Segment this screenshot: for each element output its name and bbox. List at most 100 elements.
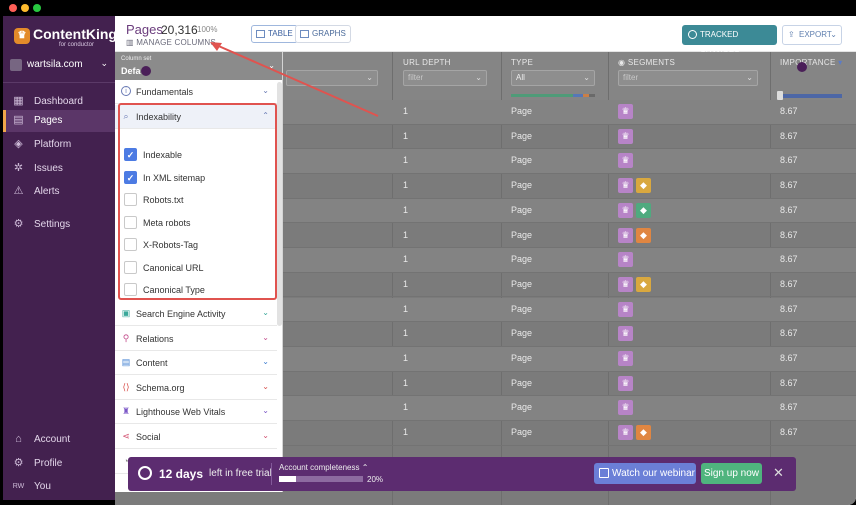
importance-range-bar[interactable] <box>778 94 842 98</box>
nav-item-label: Pages <box>34 115 63 126</box>
type-cell: Page <box>511 155 533 166</box>
panel-scrollbar[interactable] <box>277 82 282 326</box>
page-percent: 100% <box>197 25 218 34</box>
group-label: Schema.org <box>136 382 185 393</box>
column-set-select[interactable]: Column set Defa ⌄ <box>115 52 282 80</box>
site-favicon-icon <box>10 59 22 71</box>
tracked-changes-button[interactable]: TRACKED CHANGES <box>682 25 777 59</box>
url-depth-cell: 1 <box>403 229 409 240</box>
watch-webinar-button[interactable]: Watch our webinar <box>594 463 696 484</box>
brand-logo[interactable]: ♛ ContentKing for conductor <box>11 22 117 56</box>
contentking-logo-icon: ♛ <box>14 28 30 44</box>
group-search-engine-activity[interactable]: ▣ Search Engine Activity ⌄ <box>115 302 277 326</box>
segment-badge-icon: ♛ <box>618 351 633 366</box>
table-icon <box>256 30 265 38</box>
graphs-view-label: GRAPHS <box>312 29 346 38</box>
close-window-button[interactable] <box>9 4 17 12</box>
type-bar-segment <box>573 94 583 97</box>
segments-filter[interactable]: filter ⌄ <box>618 70 758 86</box>
importance-cell: 8.67 <box>780 427 798 438</box>
url-depth-cell: 1 <box>403 353 409 363</box>
group-schema-org[interactable]: ⟨⟩ Schema.org ⌄ <box>115 376 277 400</box>
group-social[interactable]: ⋖ Social ⌄ <box>115 425 277 449</box>
column-header-segments[interactable]: ◉ SEGMENTS <box>618 58 675 67</box>
avatar-icon: RW <box>12 483 25 490</box>
close-icon[interactable]: ✕ <box>773 465 784 481</box>
issues-icon: ✲ <box>13 162 24 174</box>
nav-divider <box>3 82 115 83</box>
segment-badge-icon: ◆ <box>636 227 651 243</box>
column-set-label: Column set <box>121 56 152 62</box>
importance-cell: 8.67 <box>780 303 798 314</box>
export-button[interactable]: ⇪ EXPORT ⌄ <box>782 25 842 45</box>
url-depth-cell: 1 <box>403 377 409 388</box>
nav-item-alerts[interactable]: ⚠ Alerts <box>3 181 115 203</box>
url-depth-filter[interactable]: filter ⌄ <box>403 70 487 86</box>
type-cell: Page <box>511 106 533 116</box>
group-lighthouse-web-vitals[interactable]: ♜ Lighthouse Web Vitals ⌄ <box>115 400 277 425</box>
url-filter-input[interactable]: ⌄ <box>286 70 378 86</box>
website-switcher[interactable]: wartsila.com ⌄ <box>8 56 112 76</box>
title-bar <box>0 0 856 16</box>
filter-placeholder: filter <box>408 73 424 82</box>
sign-up-button[interactable]: Sign up now <box>701 463 762 484</box>
pages-icon: ▤ <box>13 114 24 126</box>
table-view-button[interactable]: TABLE <box>251 25 298 43</box>
type-cell: Page <box>511 427 533 438</box>
column-header-url-depth[interactable]: URL DEPTH <box>403 58 451 67</box>
type-filter-value: All <box>516 73 525 82</box>
type-filter[interactable]: All ⌄ <box>511 70 595 86</box>
url-depth-cell: 1 <box>403 254 409 265</box>
type-cell: Page <box>511 254 533 265</box>
chart-icon <box>300 30 309 38</box>
segment-badge-icon: ♛ <box>618 252 633 268</box>
segment-badge-icon: ♛ <box>618 128 633 144</box>
nav-item-profile[interactable]: ⚙ Profile <box>3 453 115 475</box>
account-completeness-toggle[interactable]: Account completeness ⌃ <box>279 463 368 472</box>
url-depth-cell: 1 <box>403 106 409 116</box>
type-cell: Page <box>511 353 533 363</box>
minimize-window-button[interactable] <box>21 4 29 12</box>
group-label: Fundamentals <box>136 87 194 97</box>
chevron-down-icon: ⌄ <box>268 61 275 70</box>
schema-icon: ⟨⟩ <box>122 381 130 392</box>
account-completeness-fill <box>279 476 296 482</box>
column-header-type[interactable]: TYPE <box>511 58 533 67</box>
dashboard-icon: ▦ <box>13 95 24 107</box>
chevron-up-icon: ⌃ <box>359 463 369 472</box>
type-bar-segment <box>589 94 595 97</box>
group-fundamentals[interactable]: i Fundamentals ⌄ <box>115 80 277 104</box>
group-relations[interactable]: ⚲ Relations ⌄ <box>115 327 277 351</box>
nav-item-settings[interactable]: ⚙ Settings <box>3 214 115 236</box>
main-content: Pages 20,316 100% ▥ MANAGE COLUMNS TABLE… <box>115 16 856 505</box>
chevron-down-icon: ⌄ <box>262 86 269 95</box>
nav-item-you[interactable]: RW You <box>3 476 115 498</box>
column-header-importance[interactable]: IMPORTANCE ▾ <box>780 58 842 67</box>
url-depth-cell: 1 <box>403 402 409 413</box>
nav-item-label: Profile <box>34 458 63 469</box>
manage-columns-link[interactable]: ▥ MANAGE COLUMNS <box>126 38 216 47</box>
graphs-view-button[interactable]: GRAPHS <box>295 25 351 43</box>
chevron-down-icon: ⌄ <box>262 381 269 391</box>
nav-item-issues[interactable]: ✲ Issues <box>3 158 115 180</box>
info-icon: i <box>121 86 131 96</box>
group-content[interactable]: ▤ Content ⌄ <box>115 351 277 376</box>
segments-label: SEGMENTS <box>627 58 676 67</box>
importance-cell: 8.67 <box>780 106 798 116</box>
content-icon: ▤ <box>121 357 131 368</box>
segment-badge-icon: ♛ <box>618 104 633 119</box>
nav-item-platform[interactable]: ◈ Platform <box>3 134 115 156</box>
type-cell: Page <box>511 130 533 141</box>
chevron-down-icon: ⌄ <box>262 357 269 367</box>
nav-item-pages[interactable]: ▤ Pages <box>3 110 115 132</box>
segment-badge-icon: ♛ <box>618 153 633 169</box>
url-depth-cell: 1 <box>403 155 409 166</box>
type-bar-segment <box>511 94 573 97</box>
segment-badge-icon: ♛ <box>618 425 633 441</box>
segment-badge-icon: ♛ <box>618 326 633 342</box>
maximize-window-button[interactable] <box>33 4 41 12</box>
importance-cell: 8.67 <box>780 377 798 388</box>
brand-subtitle: for conductor <box>59 42 95 48</box>
nav-item-account[interactable]: ⌂ Account <box>3 429 115 451</box>
importance-range-handle[interactable] <box>777 91 783 100</box>
